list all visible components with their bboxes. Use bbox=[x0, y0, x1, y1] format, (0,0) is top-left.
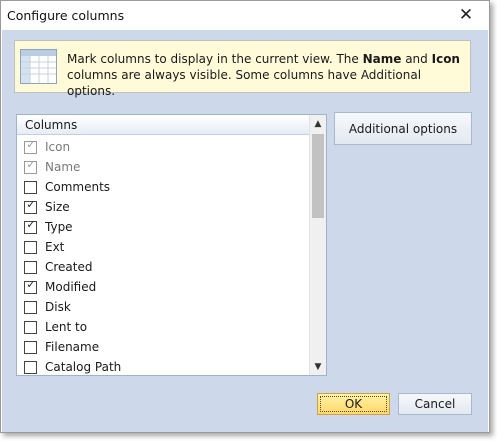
info-text: Mark columns to display in the current v… bbox=[67, 52, 460, 98]
list-item[interactable]: Comments bbox=[17, 177, 310, 197]
scrollbar-thumb[interactable] bbox=[312, 134, 324, 218]
list-item[interactable]: ✓ Type bbox=[17, 217, 310, 237]
checkmark-icon: ✓ bbox=[26, 137, 36, 151]
checkbox[interactable] bbox=[24, 260, 37, 274]
checkbox[interactable]: ✓ bbox=[24, 277, 37, 294]
checkbox: ✓ bbox=[24, 137, 37, 154]
list-item-label: Icon bbox=[45, 140, 71, 154]
list-item[interactable]: Ext bbox=[17, 237, 310, 257]
columns-list-header[interactable]: Columns bbox=[17, 115, 310, 135]
list-item: ✓ Name bbox=[17, 157, 310, 177]
list-item[interactable]: Catalog Path bbox=[17, 357, 310, 375]
configure-columns-dialog: Configure columns ✕ Mark columns to disp… bbox=[0, 0, 490, 433]
scroll-up-icon[interactable]: ▲ bbox=[310, 115, 326, 132]
title-bar: Configure columns ✕ bbox=[1, 1, 489, 30]
columns-list[interactable]: Columns ✓ Icon ✓ Name Comments ✓ Size ✓ Type Ext C… bbox=[16, 114, 327, 376]
vertical-scrollbar[interactable]: ▲ ▼ bbox=[309, 115, 326, 375]
table-columns-icon bbox=[20, 49, 57, 84]
list-item-label: Disk bbox=[45, 300, 71, 314]
focus-rect bbox=[320, 396, 387, 412]
list-item-label: Catalog Path bbox=[45, 360, 122, 374]
list-item[interactable]: Lent to bbox=[17, 317, 310, 337]
cancel-button[interactable]: Cancel bbox=[398, 393, 472, 415]
list-item-label: Size bbox=[45, 200, 70, 214]
list-item-label: Filename bbox=[45, 340, 100, 354]
checkbox[interactable] bbox=[24, 320, 37, 334]
columns-rows: ✓ Icon ✓ Name Comments ✓ Size ✓ Type Ext Created ✓ M… bbox=[17, 137, 310, 375]
close-icon[interactable]: ✕ bbox=[457, 5, 475, 25]
list-item-label: Name bbox=[45, 160, 81, 174]
checkbox[interactable] bbox=[24, 180, 37, 194]
checkbox[interactable]: ✓ bbox=[24, 217, 37, 234]
ok-button[interactable]: OK bbox=[317, 393, 390, 415]
list-item-label: Created bbox=[45, 260, 93, 274]
list-item-label: Comments bbox=[45, 180, 111, 194]
list-item-label: Modified bbox=[45, 280, 97, 294]
list-item: ✓ Icon bbox=[17, 137, 310, 157]
info-icon-bold: Icon bbox=[431, 52, 460, 66]
checkmark-icon: ✓ bbox=[26, 277, 36, 291]
list-item[interactable]: ✓ Size bbox=[17, 197, 310, 217]
list-item[interactable]: Created bbox=[17, 257, 310, 277]
list-item[interactable]: ✓ Modified bbox=[17, 277, 310, 297]
info-box: Mark columns to display in the current v… bbox=[14, 40, 471, 98]
list-item-label: Lent to bbox=[45, 320, 88, 334]
info-name-bold: Name bbox=[362, 52, 402, 66]
checkbox[interactable] bbox=[24, 360, 37, 374]
window-title: Configure columns bbox=[7, 8, 125, 23]
list-item-label: Type bbox=[45, 220, 73, 234]
additional-options-button[interactable]: Additional options bbox=[334, 112, 472, 145]
checkbox[interactable]: ✓ bbox=[24, 197, 37, 214]
checkmark-icon: ✓ bbox=[26, 197, 36, 211]
checkbox[interactable] bbox=[24, 340, 37, 354]
list-item-label: Ext bbox=[45, 240, 65, 254]
scroll-down-icon[interactable]: ▼ bbox=[310, 358, 326, 375]
checkbox[interactable] bbox=[24, 300, 37, 314]
checkmark-icon: ✓ bbox=[26, 217, 36, 231]
checkbox: ✓ bbox=[24, 157, 37, 174]
list-item[interactable]: Disk bbox=[17, 297, 310, 317]
checkbox[interactable] bbox=[24, 240, 37, 254]
checkmark-icon: ✓ bbox=[26, 157, 36, 171]
list-item[interactable]: Filename bbox=[17, 337, 310, 357]
dialog-client-area: Mark columns to display in the current v… bbox=[2, 30, 488, 432]
